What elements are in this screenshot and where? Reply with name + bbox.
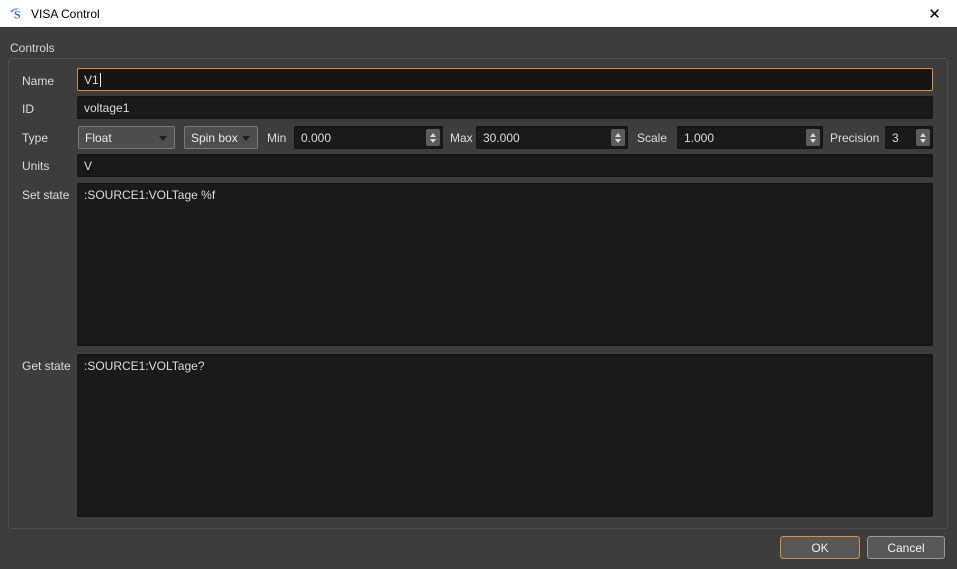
get-state-value: :SOURCE1:VOLTage? [84,359,205,373]
name-input[interactable]: V1 [77,68,933,91]
id-input-value: voltage1 [84,101,129,115]
min-label: Min [267,131,286,145]
spinner-arrows-icon[interactable] [426,129,440,146]
text-caret [100,73,101,87]
units-label: Units [22,159,49,173]
units-input[interactable]: V [77,154,933,177]
close-icon[interactable]: ✕ [912,0,957,27]
type-combo-value: Float [85,131,112,145]
app-logo-icon: S [8,5,25,22]
min-spinbox-value: 0.000 [301,131,331,145]
type-label: Type [22,131,48,145]
spinner-arrows-icon[interactable] [806,129,820,146]
chevron-down-icon [242,136,250,141]
scale-spinbox-value: 1.000 [684,131,714,145]
set-state-label: Set state [22,188,69,202]
scale-label: Scale [637,131,667,145]
max-spinbox-value: 30.000 [483,131,520,145]
id-input[interactable]: voltage1 [77,96,933,119]
name-input-value: V1 [84,73,99,87]
name-label: Name [22,74,54,88]
title-bar: S VISA Control ✕ [0,0,957,28]
min-spinbox[interactable]: 0.000 [294,126,443,149]
max-spinbox[interactable]: 30.000 [476,126,628,149]
spinner-arrows-icon[interactable] [916,129,930,146]
get-state-label: Get state [22,359,71,373]
set-state-textarea[interactable]: :SOURCE1:VOLTage %f [77,183,933,346]
ok-button[interactable]: OK [780,536,860,559]
widget-combo[interactable]: Spin box [184,126,258,149]
max-label: Max [450,131,473,145]
set-state-value: :SOURCE1:VOLTage %f [84,188,215,202]
precision-label: Precision [830,131,879,145]
precision-spinbox-value: 3 [892,131,899,145]
scale-spinbox[interactable]: 1.000 [677,126,823,149]
units-input-value: V [84,159,92,173]
window-title: VISA Control [31,7,100,21]
type-combo[interactable]: Float [78,126,175,149]
chevron-down-icon [159,136,167,141]
groupbox-label: Controls [10,41,55,55]
spinner-arrows-icon[interactable] [611,129,625,146]
get-state-textarea[interactable]: :SOURCE1:VOLTage? [77,354,933,517]
id-label: ID [22,102,34,116]
cancel-button[interactable]: Cancel [867,536,945,559]
widget-combo-value: Spin box [191,131,238,145]
precision-spinbox[interactable]: 3 [885,126,933,149]
svg-text:S: S [14,8,21,22]
